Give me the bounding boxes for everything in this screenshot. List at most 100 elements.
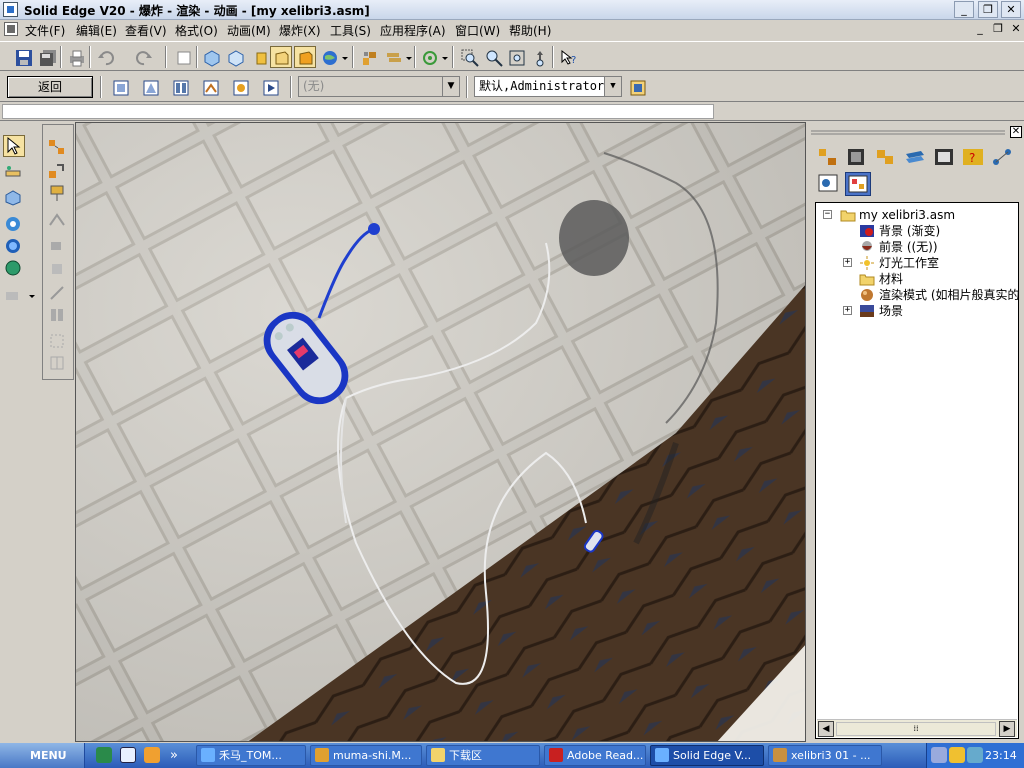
- save-all-icon[interactable]: [36, 46, 58, 68]
- feature-library-tab-icon[interactable]: [874, 146, 900, 170]
- lock-icon[interactable]: [949, 747, 965, 763]
- task-button[interactable]: 下载区: [426, 745, 540, 766]
- horizontal-scrollbar[interactable]: ◀ ⁞⁞ ▶: [817, 719, 1017, 737]
- explode-tab-icon[interactable]: [845, 172, 871, 196]
- tree-item-background[interactable]: 背景 (渐变): [879, 223, 940, 239]
- shaded-edges-icon[interactable]: [270, 46, 292, 68]
- measure-icon[interactable]: [3, 163, 25, 185]
- explode-assembly-icon[interactable]: [139, 76, 161, 98]
- rotate-view-icon[interactable]: [418, 46, 440, 68]
- scroll-left-icon[interactable]: ◀: [818, 721, 834, 737]
- task-button[interactable]: muma-shi.M...: [310, 745, 422, 766]
- assembly-tab-icon[interactable]: [816, 146, 842, 170]
- view-dimetric-icon[interactable]: [224, 46, 246, 68]
- flow-lines-icon[interactable]: [199, 76, 221, 98]
- doc-minimize-button[interactable]: _: [972, 22, 988, 37]
- task-button[interactable]: Adobe Read...: [544, 745, 646, 766]
- menu-window[interactable]: 窗口(W): [455, 22, 500, 39]
- menu-tools[interactable]: 工具(S): [330, 22, 371, 39]
- grid-tool-icon[interactable]: [47, 353, 69, 375]
- menu-applications[interactable]: 应用程序(A): [380, 22, 446, 39]
- render-shadow-icon[interactable]: [294, 46, 316, 68]
- save-icon[interactable]: [12, 46, 34, 68]
- network-icon[interactable]: [931, 747, 947, 763]
- solid-edge-app-icon[interactable]: [3, 2, 18, 17]
- back-button[interactable]: 返回: [7, 76, 93, 98]
- quicklaunch-more-icon[interactable]: »: [170, 743, 178, 768]
- close-button[interactable]: ✕: [1001, 1, 1021, 18]
- sensor-tab-icon[interactable]: [932, 146, 958, 170]
- tree-item-light-studio[interactable]: 灯光工作室: [879, 255, 939, 271]
- render-settings-icon[interactable]: [229, 76, 251, 98]
- scroll-right-icon[interactable]: ▶: [999, 721, 1015, 737]
- task-button[interactable]: 禾马_TOM...: [196, 745, 306, 766]
- menu-animation[interactable]: 动画(M): [227, 22, 271, 39]
- rendering-tab-icon[interactable]: [816, 172, 842, 196]
- menu-format[interactable]: 格式(O): [175, 22, 218, 39]
- print-icon[interactable]: [65, 46, 87, 68]
- expand-toggle[interactable]: +: [843, 258, 852, 267]
- minimize-button[interactable]: _: [954, 1, 974, 18]
- collapse-toggle[interactable]: −: [823, 210, 832, 219]
- doc-close-button[interactable]: ✕: [1008, 22, 1024, 37]
- quicklaunch-mail-icon[interactable]: [120, 747, 136, 763]
- globe-render-icon[interactable]: [318, 46, 340, 68]
- parts-library-tab-icon[interactable]: [845, 146, 871, 170]
- light-source-icon[interactable]: [3, 236, 25, 258]
- layers-icon[interactable]: [382, 46, 404, 68]
- zoom-icon[interactable]: [482, 46, 504, 68]
- dim-tool-icon[interactable]: [47, 331, 69, 353]
- collapse-icon[interactable]: [47, 210, 69, 232]
- menu-edit[interactable]: 编辑(E): [76, 22, 117, 39]
- explode-step-icon[interactable]: [109, 76, 131, 98]
- close-icon[interactable]: ✕: [1010, 126, 1022, 138]
- explode-icon[interactable]: [47, 161, 69, 183]
- scroll-thumb[interactable]: ⁞⁞: [836, 722, 996, 736]
- pan-icon[interactable]: [528, 46, 550, 68]
- menu-help[interactable]: 帮助(H): [509, 22, 551, 39]
- zoom-area-icon[interactable]: [458, 46, 480, 68]
- render-viewport[interactable]: [75, 122, 806, 742]
- relationships-tab-icon[interactable]: [990, 146, 1016, 170]
- restore-button[interactable]: ❐: [978, 1, 998, 18]
- doc-restore-button[interactable]: ❐: [990, 22, 1006, 37]
- new-window-icon[interactable]: [172, 46, 194, 68]
- quicklaunch-browser-icon[interactable]: [96, 747, 112, 763]
- chevron-down-icon[interactable]: [338, 46, 348, 68]
- undo-icon[interactable]: [94, 46, 116, 68]
- reposition-icon[interactable]: [47, 183, 69, 205]
- auto-explode-icon[interactable]: [47, 137, 69, 159]
- chevron-down-icon[interactable]: [438, 46, 448, 68]
- move-part-icon[interactable]: [47, 259, 69, 281]
- shaded-icon[interactable]: [248, 46, 270, 68]
- tree-item-materials[interactable]: 材料: [879, 271, 903, 287]
- redo-icon[interactable]: [132, 46, 154, 68]
- flow-line-icon[interactable]: [47, 283, 69, 305]
- chevron-down-icon[interactable]: [402, 46, 412, 68]
- user-select[interactable]: 默认,Administrator ▼: [474, 76, 622, 97]
- start-button[interactable]: MENU: [0, 743, 85, 768]
- volume-icon[interactable]: [967, 747, 983, 763]
- tree-item-scene[interactable]: 场景: [879, 303, 903, 319]
- tree-item-root[interactable]: my xelibri3.asm: [859, 207, 955, 223]
- help-pointer-icon[interactable]: ?: [557, 46, 579, 68]
- animation-editor-icon[interactable]: [259, 76, 281, 98]
- view-iso-icon[interactable]: [200, 46, 222, 68]
- tree-item-render-mode[interactable]: 渲染模式 (如相片般真实的: [879, 287, 1020, 303]
- help-tab-icon[interactable]: ?: [961, 146, 987, 170]
- quicklaunch-messenger-icon[interactable]: [144, 747, 160, 763]
- drag-component-icon[interactable]: [47, 236, 69, 258]
- prompt-field[interactable]: [2, 104, 714, 119]
- tree-item-foreground[interactable]: 前景 ((无)): [879, 239, 938, 255]
- assembly-pathfinder-icon[interactable]: [357, 46, 379, 68]
- camera-icon[interactable]: [3, 214, 25, 236]
- expand-toggle[interactable]: +: [843, 306, 852, 315]
- menu-view[interactable]: 查看(V): [125, 22, 167, 39]
- fit-icon[interactable]: [505, 46, 527, 68]
- view-dropdown-icon[interactable]: [3, 286, 37, 308]
- task-button[interactable]: xelibri3 01 - ...: [768, 745, 882, 766]
- explode-parts-icon[interactable]: [169, 76, 191, 98]
- document-icon[interactable]: [4, 22, 18, 36]
- task-button-active[interactable]: Solid Edge V...: [650, 745, 764, 766]
- select-tool-icon[interactable]: [3, 135, 25, 157]
